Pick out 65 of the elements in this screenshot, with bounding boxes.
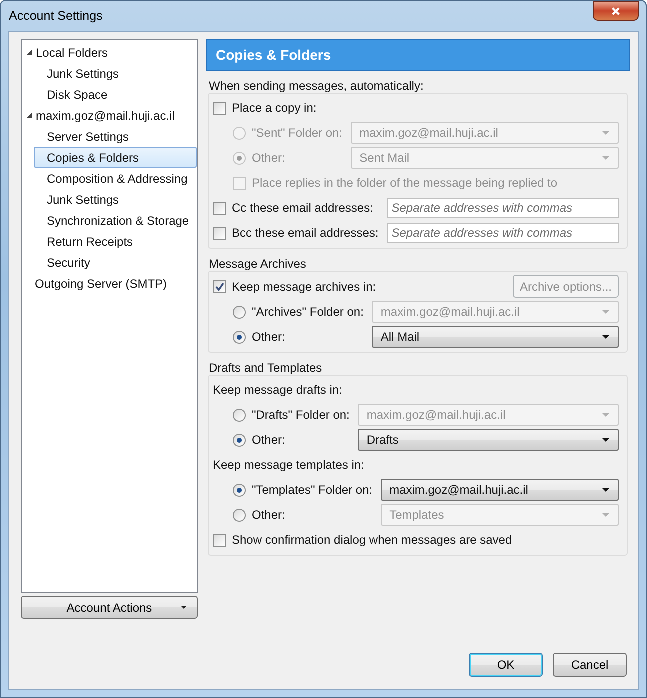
dropdown-arrow-icon <box>602 438 610 442</box>
dropdown-arrow-icon <box>602 413 610 417</box>
tree-item[interactable]: Outgoing Server (SMTP) <box>22 273 197 294</box>
dropdown-arrow-icon <box>181 606 187 609</box>
dropdown-arrow-icon <box>602 335 610 339</box>
address-field[interactable]: Separate addresses with commas <box>386 223 619 243</box>
folder-dropdown[interactable]: All Mail <box>372 326 619 348</box>
page-header: Copies & Folders <box>206 39 630 71</box>
window-title: Account Settings <box>8 9 103 23</box>
radio-button[interactable] <box>233 434 246 446</box>
option-label: Place a copy in: <box>232 101 317 115</box>
option-label: Bcc these email addresses: <box>232 226 379 240</box>
radio-button[interactable] <box>233 330 246 344</box>
tree-item[interactable]: Return Receipts <box>34 231 197 252</box>
option-label: Other: <box>252 508 286 522</box>
dialog-button[interactable]: Cancel <box>553 653 627 677</box>
tree-item[interactable]: maxim.goz@mail.huji.ac.il <box>22 105 197 126</box>
tree-item[interactable]: Disk Space <box>34 84 197 105</box>
checkbox[interactable] <box>213 102 226 114</box>
radio-button[interactable] <box>233 306 246 318</box>
checkbox[interactable] <box>213 534 226 546</box>
option-label: Other: <box>252 433 286 447</box>
dropdown-arrow-icon <box>602 156 610 160</box>
address-field[interactable]: Separate addresses with commas <box>386 198 619 218</box>
tree-item[interactable]: Security <box>34 252 197 273</box>
checkbox[interactable] <box>213 202 226 214</box>
radio-button[interactable] <box>233 508 246 522</box>
option-label: Other: <box>252 151 286 165</box>
tree-item[interactable]: Local Folders <box>22 42 197 63</box>
checkbox[interactable] <box>213 226 226 240</box>
option-label: "Templates" Folder on: <box>252 483 373 497</box>
close-icon <box>611 6 621 16</box>
folder-dropdown[interactable]: maxim.goz@mail.huji.ac.il <box>380 479 619 501</box>
option-label: "Sent" Folder on: <box>252 126 343 140</box>
option-label: "Drafts" Folder on: <box>252 408 350 422</box>
option-label: Place replies in the folder of the message being replied to <box>252 176 558 190</box>
tree-item[interactable]: Junk Settings <box>34 189 197 210</box>
dialog-button[interactable]: OK <box>469 653 543 677</box>
option-label: Other: <box>252 330 286 344</box>
dropdown-arrow-icon <box>602 310 610 314</box>
dropdown-arrow-icon <box>602 131 610 135</box>
section-title: When sending messages, automatically: <box>208 79 425 93</box>
dropdown-arrow-icon <box>602 513 610 517</box>
option-label: Keep message archives in: <box>232 280 376 294</box>
folder-dropdown[interactable]: Drafts <box>358 429 619 451</box>
option-label: Cc these email addresses: <box>232 201 374 215</box>
tree-item[interactable]: Composition & Addressing <box>34 168 197 189</box>
tree-item[interactable]: Server Settings <box>34 126 197 147</box>
checkbox[interactable] <box>213 280 226 293</box>
radio-button[interactable] <box>233 408 246 422</box>
tree-item[interactable]: Synchronization & Storage <box>34 210 197 231</box>
group-label: Keep message templates in: <box>213 458 364 472</box>
account-actions-button[interactable]: Account Actions <box>21 596 198 619</box>
section-title: Message Archives <box>208 257 308 271</box>
tree-item[interactable]: Copies & Folders <box>34 147 197 168</box>
option-label: "Archives" Folder on: <box>252 305 364 319</box>
expander-icon[interactable] <box>26 112 33 119</box>
option-label: Show confirmation dialog when messages are saved <box>232 533 512 547</box>
section-title: Drafts and Templates <box>208 361 324 375</box>
group-label: Keep message drafts in: <box>213 383 342 397</box>
close-button[interactable] <box>593 1 639 21</box>
expander-icon[interactable] <box>26 49 33 56</box>
radio-button[interactable] <box>233 484 246 496</box>
tree-item[interactable]: Junk Settings <box>34 63 197 84</box>
dropdown-arrow-icon <box>602 488 610 492</box>
